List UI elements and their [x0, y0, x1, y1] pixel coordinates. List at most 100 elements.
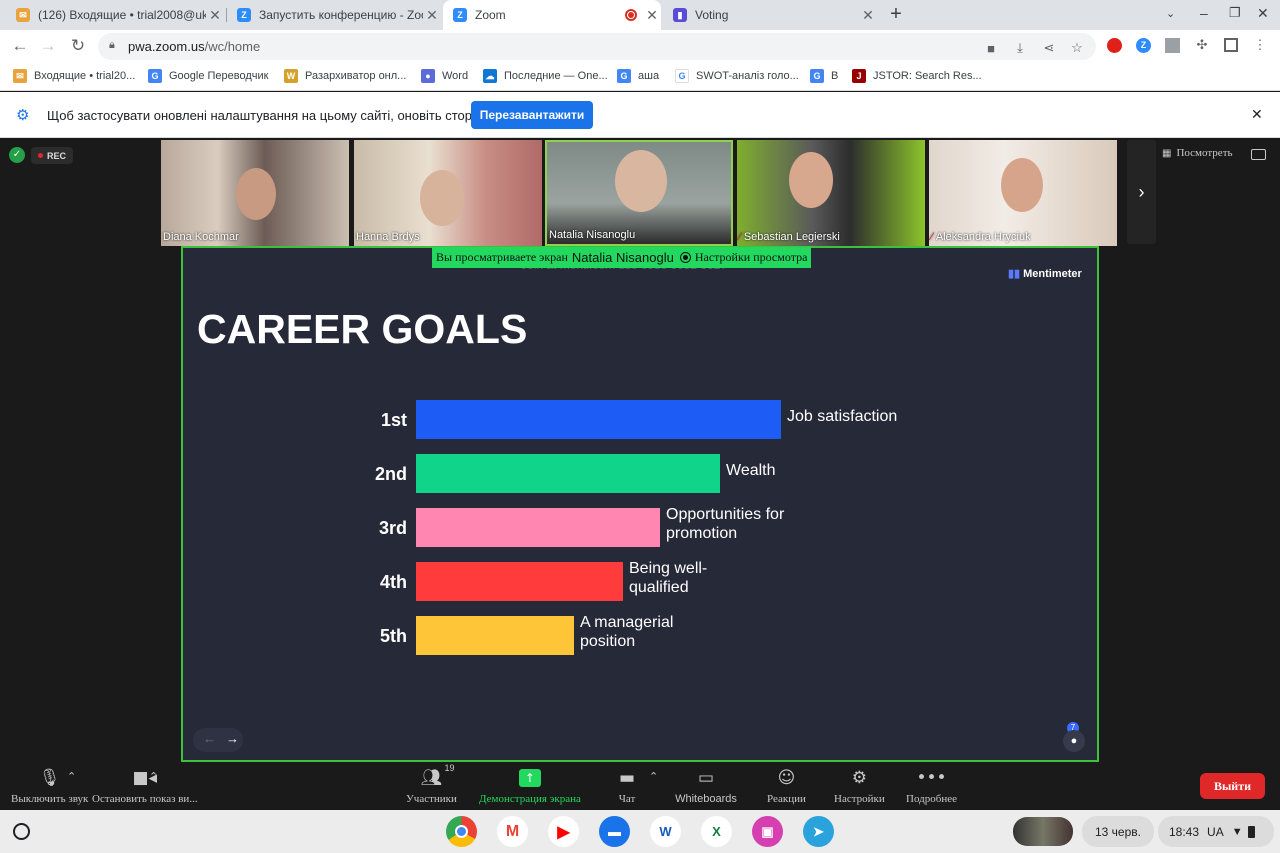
share-icon[interactable]: ⋖: [1041, 40, 1057, 56]
bookmark-item[interactable]: ☁ Последние — One...: [483, 69, 608, 83]
bookmark-label: Входящие • trial20...: [34, 70, 136, 82]
participant-face: [789, 152, 833, 208]
kebab-menu-icon[interactable]: ⋮: [1252, 37, 1268, 53]
participant-tile[interactable]: ⁄ Sebastian Legierski: [737, 140, 925, 246]
restore-icon[interactable]: ❐: [1229, 5, 1241, 21]
participant-tile[interactable]: Hanna Brdys: [354, 140, 542, 246]
forward-icon[interactable]: →: [36, 34, 60, 58]
gallery-app-icon[interactable]: ▣: [752, 816, 783, 847]
bookmark-item[interactable]: GВ: [810, 69, 838, 83]
opera-extension-icon[interactable]: [1107, 38, 1122, 53]
bookmark-item[interactable]: ● Word: [421, 69, 468, 83]
fullscreen-icon[interactable]: [1251, 149, 1266, 160]
browser-toolbar: ← → ↻ 🔒︎ pwa.zoom.us/wc/home ■ ⤓ ⋖ ☆ Z ✣…: [0, 30, 1280, 63]
tab-voting[interactable]: ▮ Voting ✕: [663, 0, 877, 30]
bookmark-item[interactable]: G Google Переводчик: [148, 69, 269, 83]
zoom-extension-icon[interactable]: Z: [1136, 38, 1151, 53]
participant-tile[interactable]: Diana Kochmar: [161, 140, 349, 246]
participant-name: ⁄ Sebastian Legierski: [739, 231, 840, 243]
participant-face: [1001, 158, 1043, 212]
telegram-app-icon[interactable]: ➤: [803, 816, 834, 847]
bookmark-item[interactable]: Gаша: [617, 69, 659, 83]
next-slide-icon[interactable]: →: [226, 731, 239, 746]
next-page-arrow-icon[interactable]: ›: [1127, 140, 1156, 244]
share-screen-button[interactable]: ↑ Демонстрация экрана: [479, 767, 581, 805]
reactions-button[interactable]: ☺ Реакции: [767, 767, 806, 805]
translate-icon: G: [617, 69, 631, 83]
close-icon[interactable]: ✕: [206, 7, 224, 24]
date-pill[interactable]: 13 черв.: [1082, 816, 1154, 847]
audience-icon[interactable]: ●: [1063, 730, 1085, 752]
word-app-icon[interactable]: W: [650, 816, 681, 847]
chat-options-caret-icon[interactable]: ⌃: [649, 770, 658, 783]
gmail-app-icon[interactable]: M: [497, 816, 528, 847]
launcher-icon[interactable]: [13, 823, 30, 840]
close-icon[interactable]: ✕: [1251, 106, 1263, 123]
participant-face: [615, 150, 667, 212]
back-icon[interactable]: ←: [8, 34, 32, 58]
youtube-app-icon[interactable]: ▶: [548, 816, 579, 847]
word-icon: ●: [421, 69, 435, 83]
excel-app-icon[interactable]: X: [701, 816, 732, 847]
extension-icon[interactable]: [1165, 38, 1180, 53]
whiteboards-button[interactable]: ▭ Whiteboards: [673, 767, 739, 805]
bookmark-item[interactable]: W Разархиватор онл...: [284, 69, 406, 83]
bookmark-item[interactable]: ✉ Входящие • trial20...: [13, 69, 135, 83]
window-close-icon[interactable]: ✕: [1257, 5, 1269, 22]
close-icon[interactable]: ✕: [423, 7, 441, 24]
bookmark-label: аша: [638, 70, 660, 82]
mail-icon: ✉: [13, 69, 27, 83]
bookmark-item[interactable]: J JSTOR: Search Res...: [852, 69, 982, 83]
rank-option-line: promotion: [666, 525, 738, 542]
view-menu-button[interactable]: ▦ Посмотреть: [1162, 147, 1233, 159]
tab-mail[interactable]: ✉ (126) Входящие • trial2008@ukr ✕: [6, 0, 224, 30]
rank-option-line: position: [580, 633, 636, 650]
close-icon[interactable]: ✕: [643, 7, 661, 24]
tab-zoom-conference[interactable]: Z Запустить конференцию - Zoom ✕: [227, 0, 441, 30]
audio-options-caret-icon[interactable]: ⌃: [67, 770, 76, 783]
status-tray[interactable]: 18:43 UA ▼: [1158, 816, 1274, 847]
more-button[interactable]: ••• Подробнее: [906, 767, 957, 805]
record-dot-icon: [37, 153, 43, 158]
files-app-icon[interactable]: ▬: [599, 816, 630, 847]
mute-button[interactable]: 🎙︎ Выключить звук: [11, 767, 88, 805]
participant-tile-active[interactable]: Natalia Nisanoglu: [545, 140, 733, 246]
star-icon[interactable]: ☆: [1069, 40, 1085, 56]
participants-button[interactable]: 👥︎ 19 Участники: [406, 763, 457, 805]
rec-indicator[interactable]: REC: [31, 147, 73, 164]
stop-video-button[interactable]: ■◂ Остановить показ ви...: [92, 767, 198, 805]
shield-icon[interactable]: ✓: [9, 147, 25, 163]
leave-meeting-button[interactable]: Выйти: [1200, 773, 1265, 799]
slide-nav: ← →: [193, 728, 243, 752]
clock: 18:43: [1169, 824, 1200, 839]
view-settings-link[interactable]: Настройки просмотра: [695, 250, 808, 265]
control-label: Подробнее: [906, 793, 957, 805]
reload-page-button[interactable]: Перезавантажити: [471, 101, 593, 129]
sidepanel-icon[interactable]: [1224, 38, 1238, 52]
muted-mic-icon: ⁄: [739, 231, 741, 243]
video-options-caret-icon[interactable]: ⌃: [149, 770, 158, 783]
new-tab-icon[interactable]: +: [886, 4, 906, 24]
address-bar[interactable]: 🔒︎ pwa.zoom.us/wc/home ■ ⤓ ⋖ ☆: [98, 33, 1096, 60]
jstor-icon: J: [852, 69, 866, 83]
tote-preview[interactable]: [1013, 817, 1073, 846]
settings-button[interactable]: ⚙ Настройки: [834, 767, 885, 805]
minimize-icon[interactable]: –: [1200, 5, 1208, 21]
chat-button[interactable]: ▬ Чат: [617, 767, 637, 805]
previous-slide-icon[interactable]: ←: [203, 731, 216, 746]
participant-tile[interactable]: ⁄ Aleksandra Hryciuk: [929, 140, 1117, 246]
puzzle-icon[interactable]: ✣: [1194, 37, 1210, 53]
bookmark-item[interactable]: G SWOT-аналіз голо...: [675, 69, 799, 83]
rank-label: 1st: [380, 410, 407, 430]
camera-icon[interactable]: ■: [983, 40, 999, 56]
reload-icon[interactable]: ↻: [66, 34, 90, 58]
video-camera-icon: ■◂: [132, 768, 158, 788]
close-icon[interactable]: ✕: [859, 7, 877, 24]
chrome-app-icon[interactable]: [446, 816, 477, 847]
chevron-down-icon[interactable]: ⌄: [1166, 7, 1175, 20]
zoom-icon: Z: [237, 8, 251, 22]
install-icon[interactable]: ⤓: [1012, 40, 1028, 56]
tab-zoom-active[interactable]: Z Zoom ✕: [443, 0, 661, 30]
wifi-icon: ▼: [1231, 825, 1243, 838]
share-screen-icon: ↑: [518, 769, 541, 787]
